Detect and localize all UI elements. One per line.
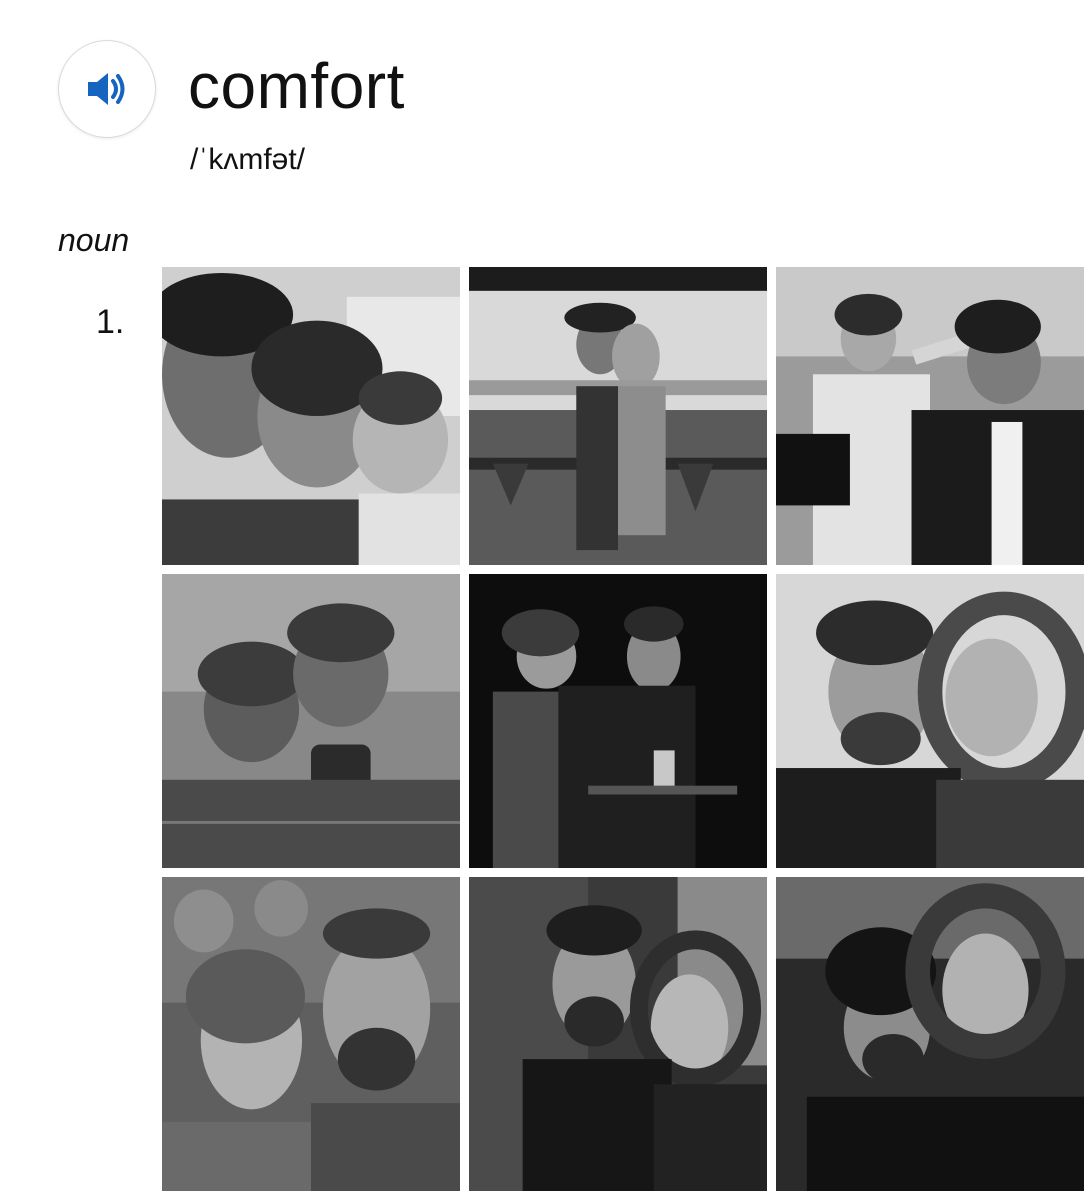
sense-number: 1. bbox=[96, 303, 125, 341]
pronunciation-text: /ˈkʌmfət/ bbox=[190, 143, 306, 176]
part-of-speech: noun bbox=[58, 222, 130, 258]
photo-grid bbox=[162, 267, 1084, 1191]
play-pronunciation-button[interactable] bbox=[58, 40, 156, 138]
photo-4[interactable] bbox=[162, 574, 460, 868]
photo-2[interactable] bbox=[469, 267, 767, 565]
photo-3[interactable] bbox=[776, 267, 1084, 565]
photo-8[interactable] bbox=[469, 877, 767, 1191]
photo-9[interactable] bbox=[776, 877, 1084, 1191]
photo-1[interactable] bbox=[162, 267, 460, 565]
photo-7[interactable] bbox=[162, 877, 460, 1191]
speaker-icon bbox=[84, 69, 130, 109]
photo-5[interactable] bbox=[469, 574, 767, 868]
photo-6[interactable] bbox=[776, 574, 1084, 868]
headword: comfort bbox=[188, 50, 405, 122]
